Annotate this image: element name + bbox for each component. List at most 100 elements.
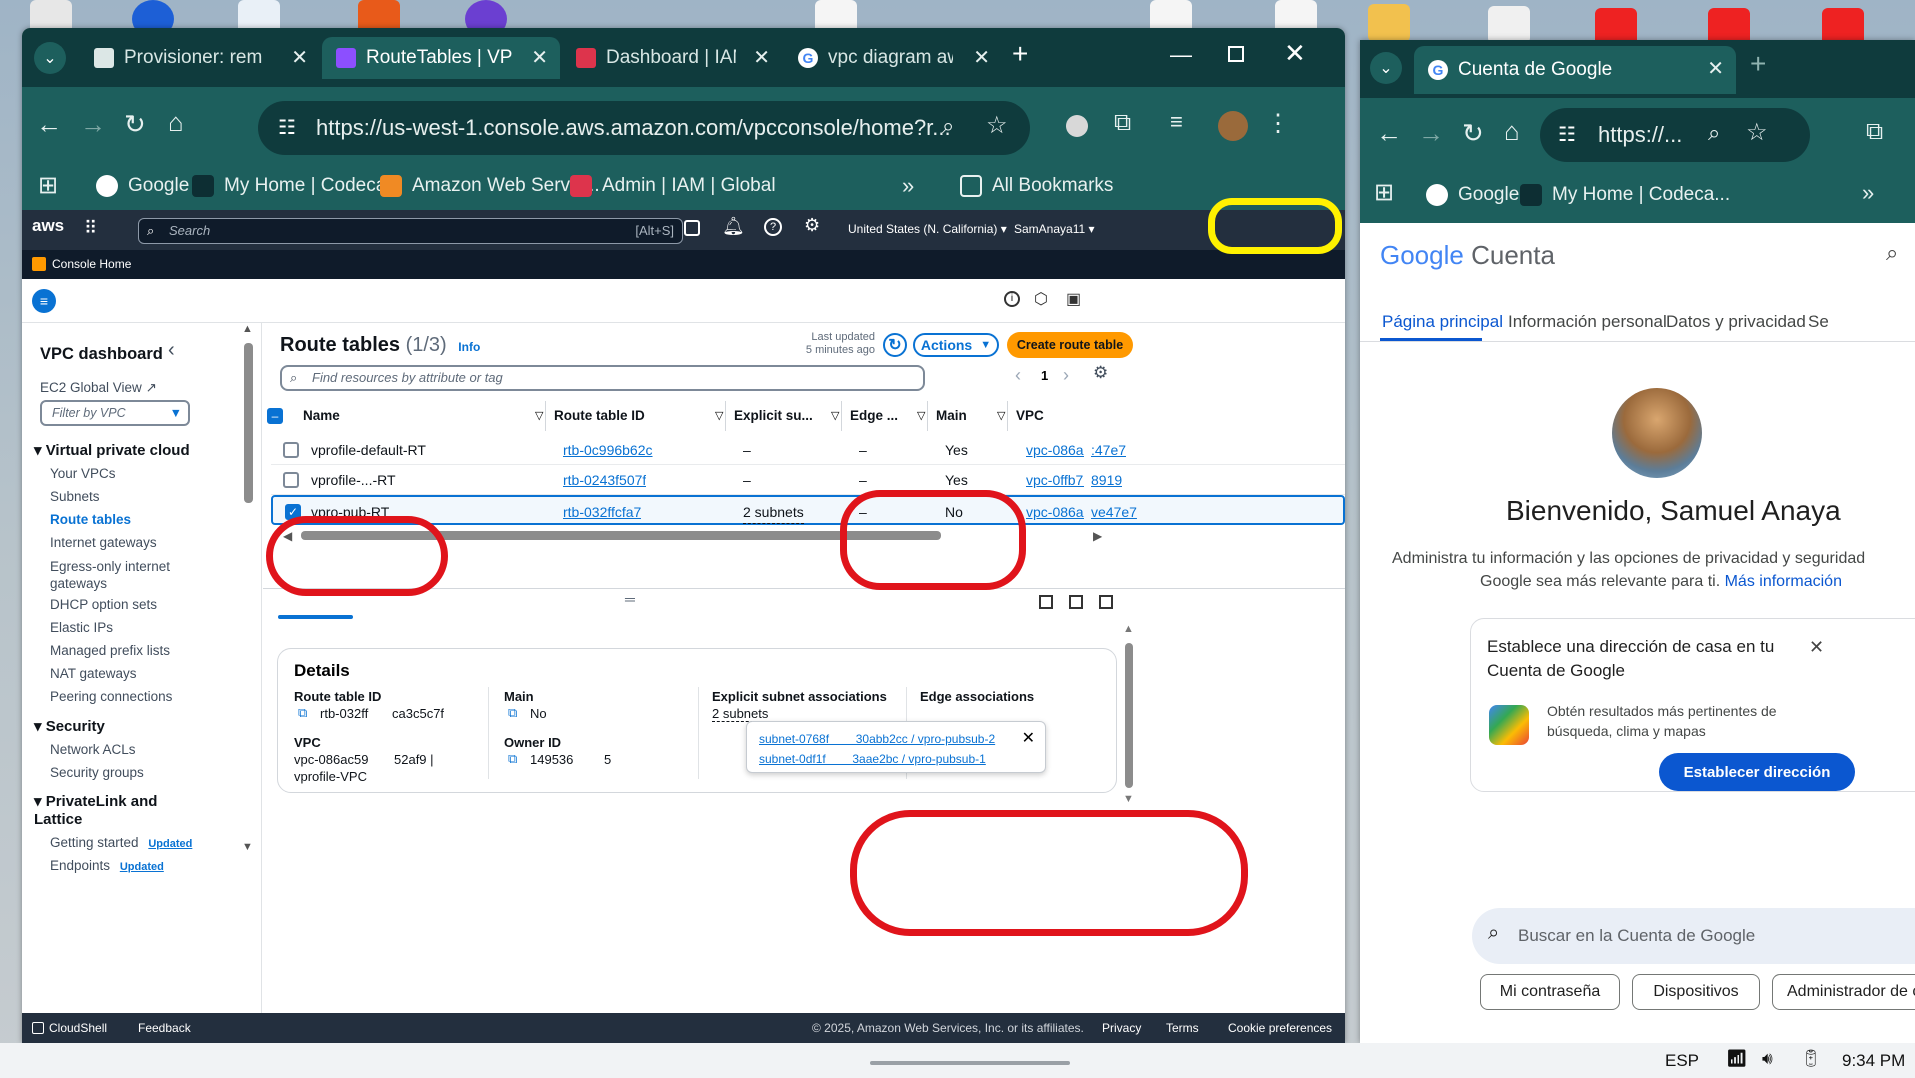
language-indicator[interactable]: ESP — [1665, 1051, 1699, 1071]
sort-icon[interactable]: ▽ — [715, 409, 723, 422]
bookmark-codecademy[interactable]: My Home | Codeca... — [192, 175, 402, 197]
tab-data-privacy[interactable]: Datos y privacidad — [1666, 312, 1806, 332]
account-menu[interactable]: SamAnaya11 ▾ — [1014, 222, 1095, 236]
prev-page-icon[interactable]: ‹ — [1015, 365, 1021, 386]
back-icon[interactable]: ← — [36, 109, 62, 140]
cell-explicit[interactable]: 2 subnets — [743, 501, 804, 524]
table-row-selected[interactable]: ✓ vpro-pub-RT rtb-032ffcfa7 2 subnets – … — [271, 495, 1345, 525]
cell-vpc-tail[interactable]: ve47e7 — [1091, 497, 1137, 527]
ec2-global-view-link[interactable]: EC2 Global View ↗ — [40, 380, 157, 396]
bookmark-iam[interactable]: Admin | IAM | Global — [570, 175, 776, 197]
sidebar-item-route-tables[interactable]: Route tables — [50, 512, 131, 527]
more-info-link[interactable]: Más información — [1725, 573, 1842, 590]
scroll-down-icon[interactable]: ▼ — [242, 841, 253, 853]
privacy-link[interactable]: Privacy — [1102, 1021, 1141, 1035]
sidebar-item-peering[interactable]: Peering connections — [50, 689, 172, 704]
bookmark-codecademy[interactable]: My Home | Codeca... — [1520, 184, 1730, 206]
chip-password-manager[interactable]: Administrador de contraseñas — [1772, 974, 1915, 1010]
shield-icon[interactable]: ⬡ — [1034, 289, 1048, 309]
tab-personal-info[interactable]: Información personal — [1508, 312, 1667, 332]
cell-vpc[interactable]: vpc-0ffb7e — [1026, 465, 1084, 495]
table-settings-icon[interactable]: ⚙ — [1093, 363, 1108, 383]
vpc-filter-select[interactable]: Filter by VPC ▼ — [40, 400, 190, 426]
tab-vpc-diagram[interactable]: G vpc diagram aw ✕ — [784, 37, 1002, 79]
extensions-icon[interactable]: ⧉ — [1866, 118, 1883, 146]
cell-vpc[interactable]: vpc-086ac — [1026, 435, 1084, 465]
subnet-link[interactable]: subnet-0df1f 3aae2bc / vpro-pubsub-1 — [759, 752, 986, 766]
new-tab-icon[interactable]: + — [1750, 48, 1766, 80]
cell-vpc[interactable]: vpc-086ac — [1026, 497, 1084, 527]
col-name[interactable]: Name — [303, 401, 340, 431]
sidebar-item-internet-gateways[interactable]: Internet gateways — [50, 535, 157, 550]
cloudshell-link[interactable]: CloudShell — [32, 1021, 107, 1035]
col-main[interactable]: Main — [927, 401, 967, 431]
minimize-icon[interactable]: — — [1170, 42, 1192, 68]
select-all-checkbox[interactable]: – — [267, 408, 283, 424]
details-tab-indicator[interactable] — [278, 615, 353, 619]
close-tab-icon[interactable]: ✕ — [291, 45, 308, 70]
panel-bottom-icon[interactable] — [1039, 595, 1053, 609]
sidebar-item-dhcp[interactable]: DHCP option sets — [50, 597, 157, 612]
detail-scroll-down-icon[interactable]: ▼ — [1123, 793, 1134, 805]
section-virtual-private-cloud[interactable]: ▾ Virtual private cloud — [34, 441, 190, 459]
forward-icon[interactable]: → — [80, 109, 106, 140]
collapse-sidebar-icon[interactable]: ‹ — [168, 339, 175, 362]
tab-provisioner[interactable]: Provisioner: rem ✕ — [80, 37, 320, 79]
row-checkbox[interactable] — [283, 472, 299, 488]
col-explicit[interactable]: Explicit su... — [725, 401, 813, 431]
set-address-button[interactable]: Establecer dirección — [1659, 753, 1855, 791]
search-icon[interactable]: ⌕ — [1886, 240, 1898, 266]
menu-icon[interactable]: ⋮ — [1266, 109, 1290, 138]
info-panel-icon[interactable]: i — [1004, 291, 1020, 307]
sidebar-item-prefix-lists[interactable]: Managed prefix lists — [50, 643, 170, 658]
vpc-name-link[interactable]: vprofile-VPC — [294, 769, 367, 784]
row-checkbox[interactable] — [283, 442, 299, 458]
sidebar-item-your-vpcs[interactable]: Your VPCs — [50, 466, 116, 481]
detail-scroll-up-icon[interactable]: ▲ — [1123, 623, 1134, 635]
star-icon[interactable]: ☆ — [986, 111, 1008, 140]
info-link[interactable]: Info — [458, 340, 480, 354]
tab-security[interactable]: Se — [1808, 312, 1829, 332]
extension-icon[interactable] — [1066, 115, 1088, 137]
tab-home[interactable]: Página principal — [1382, 312, 1503, 332]
tab-google-account[interactable]: G Cuenta de Google ✕ — [1414, 46, 1736, 94]
col-route-table-id[interactable]: Route table ID — [545, 401, 645, 431]
taskbar-handle[interactable] — [870, 1061, 1070, 1065]
resource-filter-input[interactable]: ⌕ Find resources by attribute or tag — [280, 365, 925, 391]
folder-icon[interactable] — [1368, 4, 1410, 42]
details-scrollbar[interactable] — [1125, 643, 1133, 788]
subnet-link[interactable]: subnet-0768f 30abb2cc / vpro-pubsub-2 — [759, 732, 995, 746]
help-icon[interactable]: ? — [764, 218, 782, 236]
apps-icon[interactable]: ⊞ — [1374, 178, 1394, 207]
all-bookmarks[interactable]: All Bookmarks — [960, 175, 1113, 197]
sidebar-scrollbar[interactable] — [244, 343, 253, 503]
actions-button[interactable]: Actions ▼ — [913, 333, 999, 357]
sidebar-item-network-acls[interactable]: Network ACLs — [50, 742, 136, 757]
table-row[interactable]: vprofile-default-RT rtb-0c996b62c – – Ye… — [271, 435, 1345, 465]
table-row[interactable]: vprofile-...-RT rtb-0243f507f – – Yes vp… — [271, 465, 1345, 495]
col-vpc[interactable]: VPC — [1007, 401, 1044, 431]
tab-routetables[interactable]: RouteTables | VP ✕ — [322, 37, 560, 79]
sidebar-item-subnets[interactable]: Subnets — [50, 489, 100, 504]
aws-logo[interactable]: aws — [32, 216, 64, 236]
explicit-associations-value[interactable]: 2 subnets — [712, 706, 769, 722]
tab-search-button[interactable]: ⌄ — [1370, 52, 1402, 84]
home-icon[interactable]: ⌂ — [168, 107, 184, 138]
copy-icon[interactable]: ⧉ — [508, 705, 517, 721]
desktop-icon[interactable] — [1488, 6, 1530, 44]
maximize-icon[interactable] — [1228, 46, 1244, 62]
panel-float-icon[interactable] — [1099, 595, 1113, 609]
profile-avatar[interactable] — [1218, 111, 1248, 141]
scroll-right-icon[interactable]: ▶ — [1093, 529, 1102, 543]
media-icon[interactable]: ≡ — [1170, 109, 1183, 135]
col-edge[interactable]: Edge ... — [841, 401, 898, 431]
close-tab-icon[interactable]: ✕ — [973, 45, 990, 70]
sidebar-item-security-groups[interactable]: Security groups — [50, 765, 144, 780]
cell-vpc-tail[interactable]: 8919 — [1091, 465, 1122, 495]
bookmark-google[interactable]: Google — [1426, 184, 1519, 206]
home-icon[interactable]: ⌂ — [1504, 116, 1520, 147]
sidebar-item-egress-only[interactable]: Egress-only internet gateways — [50, 558, 190, 592]
bookmark-aws[interactable]: Amazon Web Servic... — [380, 175, 600, 197]
bell-icon[interactable]: 🔔︎ — [722, 216, 745, 237]
console-home-link[interactable]: Console Home — [32, 257, 131, 271]
